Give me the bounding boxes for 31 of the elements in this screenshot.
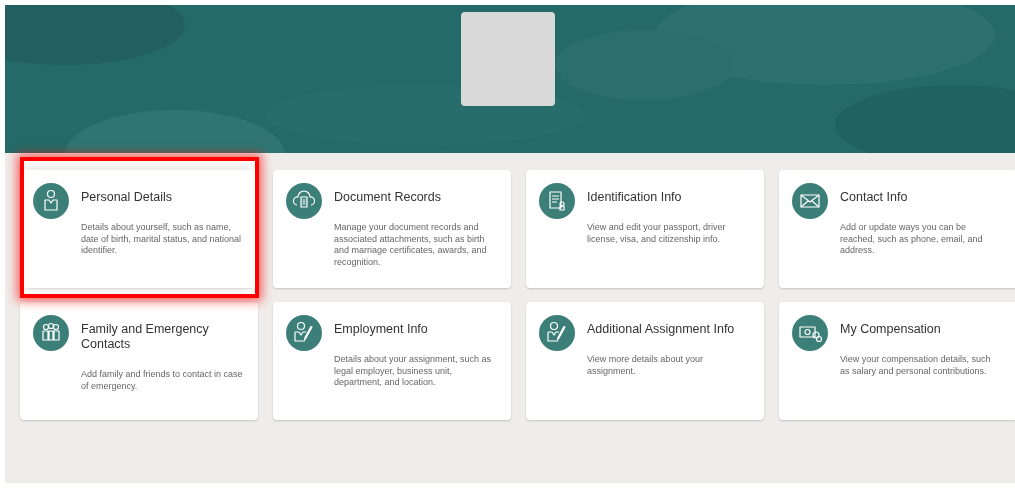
tile-description: Details about yourself, such as name, date of birth, marital status, and national identifier. xyxy=(81,222,243,257)
tile-title: Contact Info xyxy=(840,190,909,205)
tile-title: Family and Emergency Contacts xyxy=(81,322,210,352)
tile-card[interactable]: Contact Info Add or update ways you can be reached, such as phone, email, and address. xyxy=(779,170,1015,288)
id-document-icon xyxy=(539,183,575,219)
tile-description: View your compensation details, such as salary and personal contributions. xyxy=(840,354,992,377)
group-icon xyxy=(33,315,69,351)
tile-title: My Compensation xyxy=(840,322,942,337)
tile-title: Document Records xyxy=(334,190,442,205)
envelope-icon xyxy=(792,183,828,219)
person-icon xyxy=(33,183,69,219)
tile-description: Manage your document records and associated attachments, such as birth and marriage certificates, awards, and recognition. xyxy=(334,222,488,268)
tile-card[interactable]: Document Records Manage your document records and associated attachments, such as birth and marriage certificates, awards, and recognition. xyxy=(273,170,511,288)
money-icon xyxy=(792,315,828,351)
person-pen-icon xyxy=(539,315,575,351)
tile-title: Identification Info xyxy=(587,190,683,205)
tile-title: Personal Details xyxy=(81,190,173,205)
tile-card[interactable]: Employment Info Details about your assignment, such as legal employer, business unit, department, and location. xyxy=(273,302,511,420)
tile-description: Add family and friends to contact in case of emergency. xyxy=(81,369,243,392)
tile-card[interactable]: Family and Emergency Contacts Add family and friends to contact in case of emergency. xyxy=(20,302,258,420)
tile-card[interactable]: Additional Assignment Info View more details about your assignment. xyxy=(526,302,764,420)
cloud-document-icon xyxy=(286,183,322,219)
tile-description: View and edit your passport, driver license, visa, and citizenship info. xyxy=(587,222,727,245)
tile-description: Details about your assignment, such as legal employer, business unit, department, and location. xyxy=(334,354,493,389)
tile-card[interactable]: Identification Info View and edit your passport, driver license, visa, and citizenship info. xyxy=(526,170,764,288)
tile-title: Additional Assignment Info xyxy=(587,322,736,337)
tile-title: Employment Info xyxy=(334,322,429,337)
tile-description: View more details about your assignment. xyxy=(587,354,704,377)
person-pen-icon xyxy=(286,315,322,351)
tile-description: Add or update ways you can be reached, such as phone, email, and address. xyxy=(840,222,984,257)
tile-card[interactable]: My Compensation View your compensation details, such as salary and personal contributions. xyxy=(779,302,1015,420)
